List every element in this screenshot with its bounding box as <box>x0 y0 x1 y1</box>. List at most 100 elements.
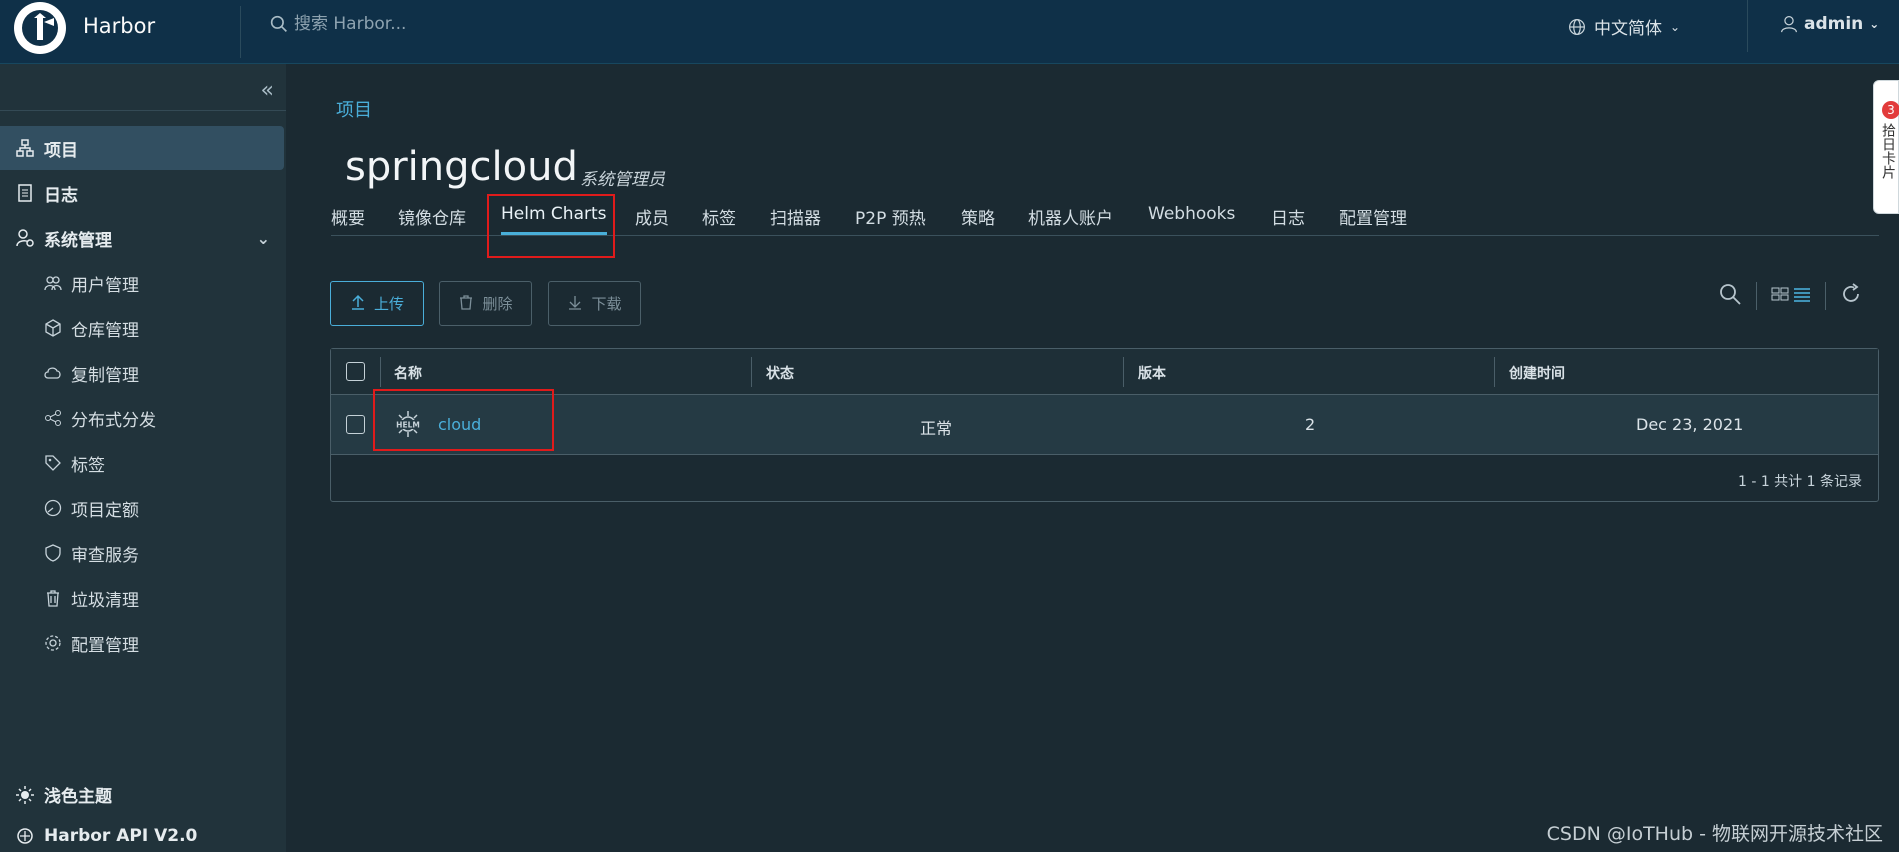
sidebar: « 项目 日志 系统管理 ⌄ 用户管理 仓库管理 复制管理 分布式分发 标签 项… <box>0 64 286 852</box>
search-input[interactable] <box>294 14 594 34</box>
header-divider <box>240 6 241 58</box>
upload-icon <box>350 294 366 314</box>
sidebar-item-label: 分布式分发 <box>71 410 156 431</box>
top-header: Harbor 中文简体 ⌄ admin ⌄ <box>0 0 1899 64</box>
sidebar-item-label: 复制管理 <box>71 365 139 386</box>
upload-button[interactable]: 上传 <box>330 281 424 326</box>
search-icon[interactable] <box>1718 282 1742 310</box>
distribution-icon <box>44 409 62 427</box>
api-link[interactable]: Harbor API V2.0 <box>16 826 197 846</box>
download-icon <box>567 294 583 314</box>
tab-labels[interactable]: 标签 <box>702 204 736 237</box>
column-divider[interactable] <box>751 357 752 387</box>
user-menu[interactable]: admin ⌄ <box>1780 14 1879 34</box>
sidebar-item-label: 标签 <box>71 455 105 476</box>
sidebar-item-label: 垃圾清理 <box>71 590 139 611</box>
language-label: 中文简体 <box>1594 19 1662 39</box>
theme-label: 浅色主题 <box>44 787 112 807</box>
api-icon <box>16 827 34 845</box>
sidebar-item-users[interactable]: 用户管理 <box>0 261 286 305</box>
chevron-down-icon: ⌄ <box>1869 17 1880 31</box>
tab-repositories[interactable]: 镜像仓库 <box>398 204 466 237</box>
trash-icon <box>458 294 474 314</box>
tab-p2p-preheat[interactable]: P2P 预热 <box>855 204 926 237</box>
tab-webhooks[interactable]: Webhooks <box>1148 204 1235 232</box>
watermark: CSDN @IoTHub - 物联网开源技术社区 <box>1546 823 1883 845</box>
sidebar-item-label: 日志 <box>44 185 78 206</box>
chevron-down-icon[interactable]: ⌄ <box>257 229 270 248</box>
shield-icon <box>44 544 62 562</box>
collapse-sidebar-icon[interactable]: « <box>261 78 274 103</box>
table-row[interactable]: HELM cloud 正常 2 Dec 23, 2021 <box>331 395 1878 455</box>
sun-icon <box>16 785 34 804</box>
download-button[interactable]: 下载 <box>548 281 641 326</box>
harbor-logo-icon[interactable] <box>14 2 66 54</box>
brand-name[interactable]: Harbor <box>83 14 155 38</box>
username: admin <box>1804 14 1864 34</box>
chevron-down-icon: ⌄ <box>1670 19 1681 34</box>
helm-charts-table: 名称 状态 版本 创建时间 HELM cloud 正常 2 Dec 23, 20… <box>330 348 1879 502</box>
tab-members[interactable]: 成员 <box>635 204 669 237</box>
sidebar-item-interrogation[interactable]: 审查服务 <box>0 531 286 575</box>
column-divider[interactable] <box>1123 357 1124 387</box>
sidebar-item-registries[interactable]: 仓库管理 <box>0 306 286 350</box>
upload-label: 上传 <box>373 295 404 313</box>
sidebar-item-labels[interactable]: 标签 <box>0 441 286 485</box>
tab-robot-accounts[interactable]: 机器人账户 <box>1028 204 1113 237</box>
tab-configuration[interactable]: 配置管理 <box>1339 204 1407 237</box>
list-view-icon[interactable] <box>1793 286 1811 306</box>
tab-summary[interactable]: 概要 <box>331 204 365 237</box>
sidebar-item-admin[interactable]: 系统管理 ⌄ <box>0 216 286 260</box>
column-header-name[interactable]: 名称 <box>394 363 422 383</box>
theme-toggle[interactable]: 浅色主题 <box>16 782 112 807</box>
sidebar-item-distribution[interactable]: 分布式分发 <box>0 396 286 440</box>
sidebar-item-gc[interactable]: 垃圾清理 <box>0 576 286 620</box>
sidebar-item-label: 配置管理 <box>71 635 139 656</box>
logs-icon <box>16 184 34 202</box>
notification-badge: 3 <box>1882 101 1899 119</box>
column-divider <box>380 357 381 387</box>
project-role: 系统管理员 <box>580 170 665 190</box>
column-header-created[interactable]: 创建时间 <box>1509 363 1565 383</box>
sidebar-item-quotas[interactable]: 项目定额 <box>0 486 286 530</box>
card-view-icon[interactable] <box>1771 286 1789 306</box>
admin-icon <box>16 229 34 247</box>
toolbar-divider <box>1825 282 1826 310</box>
sidebar-item-replication[interactable]: 复制管理 <box>0 351 286 395</box>
select-all-checkbox[interactable] <box>346 362 365 381</box>
column-header-status[interactable]: 状态 <box>766 363 794 383</box>
breadcrumb[interactable]: 项目 <box>336 96 372 122</box>
language-selector[interactable]: 中文简体 ⌄ <box>1568 14 1680 39</box>
global-search[interactable] <box>270 14 594 34</box>
user-icon <box>1780 15 1798 33</box>
sidebar-item-label: 项目 <box>44 140 78 161</box>
delete-button[interactable]: 删除 <box>439 281 532 326</box>
sidebar-item-projects[interactable]: 项目 <box>0 126 284 170</box>
column-divider[interactable] <box>1494 357 1495 387</box>
tab-policy[interactable]: 策略 <box>961 204 995 237</box>
header-divider <box>1747 0 1748 52</box>
sidebar-item-label: 审查服务 <box>71 545 139 566</box>
sidebar-item-config[interactable]: 配置管理 <box>0 621 286 665</box>
sidebar-divider <box>0 110 286 111</box>
search-icon[interactable] <box>270 15 288 33</box>
gear-icon <box>44 634 62 652</box>
refresh-icon[interactable] <box>1840 283 1862 309</box>
page-title: springcloud <box>345 144 578 190</box>
row-checkbox[interactable] <box>346 415 365 434</box>
column-header-version[interactable]: 版本 <box>1138 363 1166 383</box>
feedback-label: 拾日卡片 <box>1880 123 1896 179</box>
delete-label: 删除 <box>482 295 513 313</box>
sidebar-item-label: 系统管理 <box>44 230 112 251</box>
users-icon <box>44 274 62 292</box>
trash-icon <box>44 589 62 607</box>
tab-logs[interactable]: 日志 <box>1271 204 1305 237</box>
registry-icon <box>44 319 62 337</box>
globe-icon <box>1568 18 1586 36</box>
download-label: 下载 <box>591 295 622 313</box>
feedback-widget[interactable]: 3 拾日卡片 <box>1873 80 1899 214</box>
chart-status: 正常 <box>920 419 953 438</box>
sidebar-item-logs[interactable]: 日志 <box>0 171 286 215</box>
tab-scanner[interactable]: 扫描器 <box>770 204 821 237</box>
toolbar <box>1718 282 1862 310</box>
